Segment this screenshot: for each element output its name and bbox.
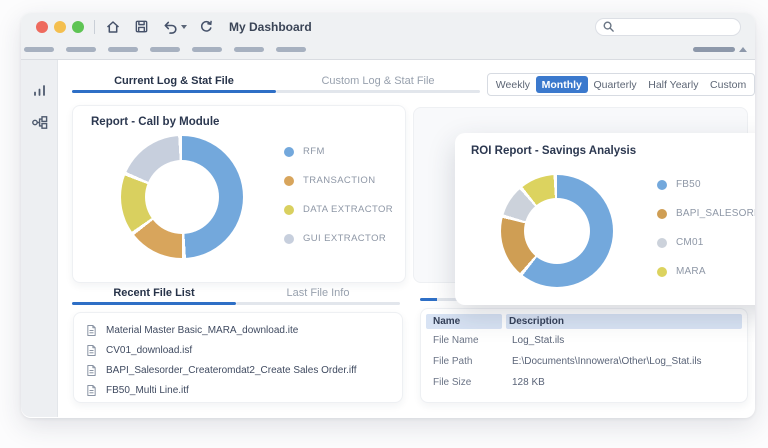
table-row[interactable]: File Size 128 KB (426, 372, 742, 392)
menu-item-placeholder[interactable] (150, 47, 180, 52)
maximize-window-button[interactable] (72, 20, 84, 33)
undo-dropdown-icon[interactable] (181, 24, 187, 29)
legend-dot (284, 146, 294, 157)
refresh-icon[interactable] (199, 19, 214, 34)
title-bar: My Dashboard (21, 13, 755, 40)
close-window-button[interactable] (36, 20, 48, 33)
document-icon (86, 364, 97, 377)
table-header-description: Description (506, 314, 742, 329)
legend-item[interactable]: TRANSACTION (284, 166, 393, 195)
legend-item[interactable]: RFM (284, 137, 393, 166)
period-selector: Weekly Monthly Quarterly Half Yearly Cus… (487, 73, 755, 96)
tab-custom-log-stat-file[interactable]: Custom Log & Stat File (276, 74, 480, 93)
file-list-item[interactable]: CV01_download.isf (86, 340, 390, 360)
app-window: My Dashboard Current Log & Stat File Cus… (21, 13, 755, 418)
call-by-module-card: Report - Call by Module RFM TRANSACTION (72, 105, 406, 283)
period-custom-button[interactable]: Custom (704, 76, 752, 93)
file-list-item[interactable]: Material Master Basic_MARA_download.ite (86, 320, 390, 340)
tab-recent-file-list[interactable]: Recent File List (72, 286, 236, 305)
legend-dot (284, 233, 294, 244)
period-monthly-button[interactable]: Monthly (535, 76, 588, 93)
card-title: Report - Call by Module (91, 116, 220, 128)
log-file-tabs: Current Log & Stat File Custom Log & Sta… (72, 74, 480, 93)
undo-button[interactable] (162, 19, 187, 35)
document-icon (86, 344, 97, 357)
legend-item[interactable]: CM01 (657, 228, 755, 257)
home-icon[interactable] (105, 19, 121, 35)
file-list-item[interactable]: BAPI_Salesorder_Createromdat2_Create Sal… (86, 360, 390, 380)
tab-current-log-stat-file[interactable]: Current Log & Stat File (72, 74, 276, 93)
legend-dot (284, 175, 294, 186)
tab-last-file-info[interactable]: Last File Info (236, 286, 400, 305)
toolbar-divider (94, 19, 95, 34)
period-half-yearly-button[interactable]: Half Yearly (642, 76, 704, 93)
legend-item[interactable]: GUI EXTRACTOR (284, 224, 393, 253)
menu-item-placeholder[interactable] (24, 47, 54, 52)
document-icon (86, 324, 97, 337)
card-title: ROI Report - Savings Analysis (471, 145, 637, 157)
legend-item[interactable]: MARA (657, 257, 755, 286)
collapse-up-icon[interactable] (739, 47, 747, 52)
window-title: My Dashboard (229, 19, 312, 34)
chart-legend: RFM TRANSACTION DATA EXTRACTOR GUI EXTRA… (284, 137, 393, 253)
recent-file-list-card: Material Master Basic_MARA_download.ite … (73, 312, 403, 403)
hidden-tab-active-underline (420, 298, 437, 301)
tab-active-underline (72, 302, 236, 305)
search-input[interactable] (595, 17, 741, 36)
menu-item-placeholder-right[interactable] (693, 47, 735, 52)
tab-underline (276, 90, 480, 93)
legend-item[interactable]: BAPI_SALESORDER_C.. (657, 199, 755, 228)
sidebar-item-workflow[interactable] (31, 114, 48, 131)
roi-report-card: ROI Report - Savings Analysis FB50 BAPI_… (455, 133, 755, 305)
legend-item[interactable]: DATA EXTRACTOR (284, 195, 393, 224)
legend-dot (657, 237, 667, 248)
period-weekly-button[interactable]: Weekly (490, 76, 536, 93)
search-icon (602, 20, 615, 33)
table-row[interactable]: File Path E:\Documents\Innowera\Other\Lo… (426, 351, 742, 371)
table-row[interactable]: File Name Log_Stat.ils (426, 330, 742, 350)
menu-item-placeholder[interactable] (276, 47, 306, 52)
legend-item[interactable]: FB50 (657, 170, 755, 199)
file-info-table-card: Name Description File Name Log_Stat.ils … (420, 308, 748, 403)
menu-item-placeholder[interactable] (234, 47, 264, 52)
left-sidebar (21, 60, 58, 417)
bar-chart-icon (33, 85, 45, 96)
period-quarterly-button[interactable]: Quarterly (588, 76, 643, 93)
chart-legend: FB50 BAPI_SALESORDER_C.. CM01 MARA (657, 170, 755, 286)
sidebar-item-analytics[interactable] (31, 82, 48, 99)
minimize-window-button[interactable] (54, 20, 66, 33)
legend-dot (284, 204, 294, 215)
page: My Dashboard Current Log & Stat File Cus… (0, 0, 768, 448)
roi-donut-chart[interactable] (501, 175, 613, 287)
file-list-item[interactable]: FB50_Multi Line.itf (86, 380, 390, 400)
menu-bar (21, 40, 755, 60)
table-header-name: Name (426, 314, 502, 329)
menu-item-placeholder[interactable] (108, 47, 138, 52)
undo-icon (162, 19, 178, 35)
table-header-row: Name Description (426, 314, 742, 329)
tab-underline (236, 302, 400, 305)
menu-item-placeholder[interactable] (66, 47, 96, 52)
call-by-module-donut-chart[interactable] (121, 136, 243, 258)
legend-dot (657, 179, 667, 190)
legend-dot (657, 208, 667, 219)
workflow-icon (31, 116, 47, 129)
tab-active-underline (72, 90, 276, 93)
file-list-tabs: Recent File List Last File Info (72, 286, 400, 305)
dashboard-content: Current Log & Stat File Custom Log & Sta… (58, 60, 755, 417)
document-icon (86, 384, 97, 397)
legend-dot (657, 266, 667, 277)
save-icon[interactable] (134, 19, 149, 34)
menu-item-placeholder[interactable] (192, 47, 222, 52)
